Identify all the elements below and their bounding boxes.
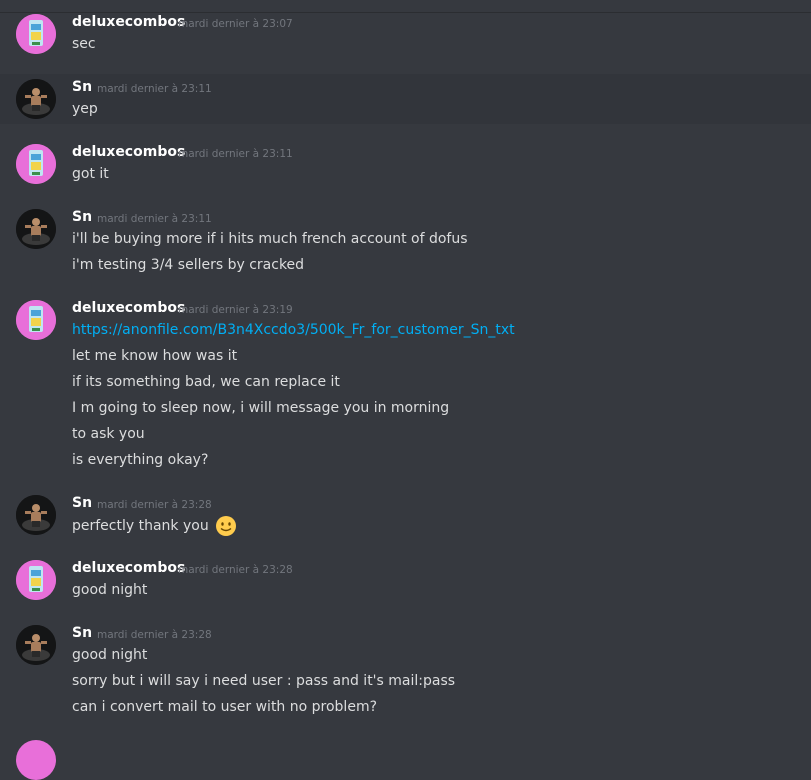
message-text: I m going to sleep now, i will message y… bbox=[72, 400, 450, 416]
message-text: yep bbox=[72, 101, 98, 117]
deluxecombos-avatar[interactable] bbox=[16, 300, 56, 340]
author-name[interactable]: deluxecombos bbox=[72, 300, 185, 316]
message-text: is everything okay? bbox=[72, 452, 209, 468]
message-timestamp: mardi dernier à 23:11 bbox=[97, 83, 212, 95]
message-timestamp: mardi dernier à 23:28 bbox=[178, 564, 293, 576]
sn-avatar[interactable] bbox=[16, 495, 56, 535]
message-text: can i convert mail to user with no probl… bbox=[72, 699, 378, 715]
author-name[interactable]: Sn bbox=[72, 625, 92, 641]
message: Sn mardi dernier à 23:11 i'll be buying … bbox=[0, 209, 811, 281]
message: deluxecombos mardi dernier à 23:11 got i… bbox=[0, 144, 811, 190]
message: Sn mardi dernier à 23:11 yep bbox=[0, 74, 811, 124]
message-text: if its something bad, we can replace it bbox=[72, 374, 340, 390]
author-name[interactable]: Sn bbox=[72, 79, 92, 95]
slightly-smiling-face-emoji[interactable] bbox=[215, 515, 237, 537]
author-name[interactable]: Sn bbox=[72, 495, 92, 511]
message-text: sorry but i will say i need user : pass … bbox=[72, 673, 456, 689]
deluxecombos-avatar[interactable] bbox=[16, 740, 56, 780]
author-name[interactable]: deluxecombos bbox=[72, 560, 185, 576]
message-text: i'm testing 3/4 sellers by cracked bbox=[72, 257, 305, 273]
message-text: perfectly thank you bbox=[72, 518, 209, 534]
message-timestamp: mardi dernier à 23:19 bbox=[178, 304, 293, 316]
file-link[interactable]: https://anonfile.com/B3n4Xccdo3/500k_Fr_… bbox=[72, 322, 515, 338]
message-text-row: perfectly thank you bbox=[72, 515, 237, 537]
deluxecombos-avatar[interactable] bbox=[16, 144, 56, 184]
message-text: good night bbox=[72, 647, 148, 663]
author-name[interactable]: deluxecombos bbox=[72, 144, 185, 160]
author-name[interactable]: deluxecombos bbox=[72, 14, 185, 30]
message: Sn mardi dernier à 23:28 good night sorr… bbox=[0, 625, 811, 723]
message-text: sec bbox=[72, 36, 96, 52]
message-text: i'll be buying more if i hits much frenc… bbox=[72, 231, 468, 247]
sn-avatar[interactable] bbox=[16, 79, 56, 119]
message-text: got it bbox=[72, 166, 109, 182]
message: deluxecombos mardi dernier à 23:28 good … bbox=[0, 560, 811, 606]
author-name[interactable]: Sn bbox=[72, 209, 92, 225]
sn-avatar[interactable] bbox=[16, 209, 56, 249]
message: deluxecombos mardi dernier à 23:19 https… bbox=[0, 300, 811, 475]
sn-avatar[interactable] bbox=[16, 625, 56, 665]
message-timestamp: mardi dernier à 23:11 bbox=[97, 213, 212, 225]
message: deluxecombos mardi dernier à 23:07 sec bbox=[0, 14, 811, 66]
message-timestamp: mardi dernier à 23:11 bbox=[178, 148, 293, 160]
deluxecombos-avatar[interactable] bbox=[16, 14, 56, 54]
message-text: to ask you bbox=[72, 426, 145, 442]
message: Sn mardi dernier à 23:28 perfectly thank… bbox=[0, 495, 811, 545]
chat-top-divider bbox=[0, 0, 811, 13]
message-text: good night bbox=[72, 582, 148, 598]
message-timestamp: mardi dernier à 23:07 bbox=[178, 18, 293, 30]
deluxecombos-avatar[interactable] bbox=[16, 560, 56, 600]
message-text: let me know how was it bbox=[72, 348, 238, 364]
message-timestamp: mardi dernier à 23:28 bbox=[97, 629, 212, 641]
message-timestamp: mardi dernier à 23:28 bbox=[97, 499, 212, 511]
